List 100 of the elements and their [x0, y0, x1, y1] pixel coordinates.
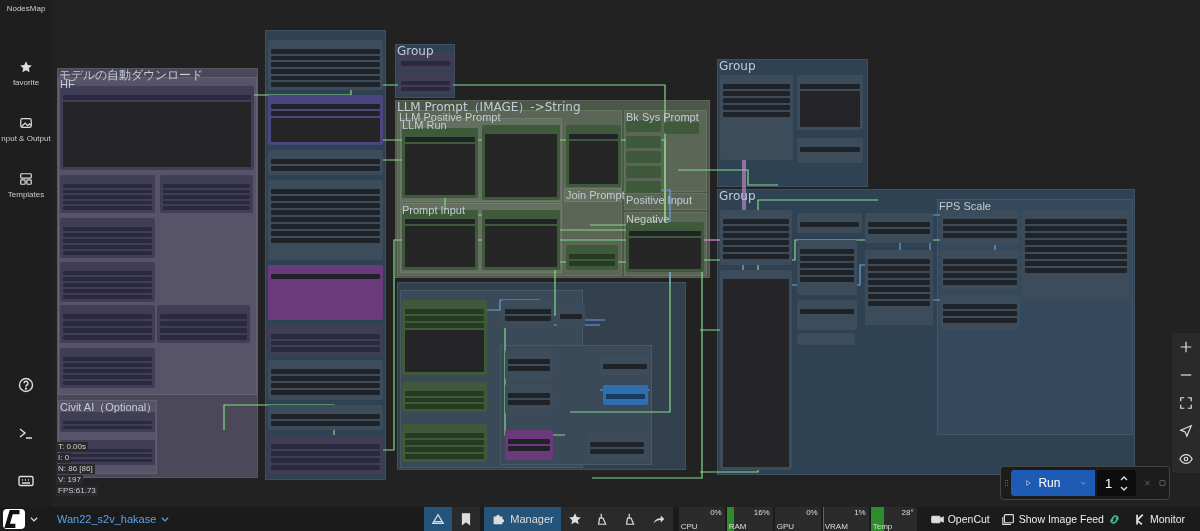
- share-button[interactable]: [644, 507, 673, 531]
- graph-node[interactable]: [720, 210, 792, 265]
- graph-node[interactable]: [566, 125, 621, 187]
- graph-node[interactable]: [566, 245, 618, 270]
- link-icon: [1107, 512, 1121, 526]
- meter-reading: 16%: [753, 508, 770, 517]
- graph-node[interactable]: [626, 166, 661, 178]
- graph-node[interactable]: [268, 435, 383, 475]
- group-title: Bk Sys Prompt: [626, 111, 699, 123]
- graph-node[interactable]: [664, 122, 699, 134]
- graph-node[interactable]: [797, 240, 857, 295]
- graph-node[interactable]: [268, 360, 383, 400]
- graph-node[interactable]: [268, 180, 383, 260]
- group-title: Prompt Input: [402, 204, 465, 216]
- star-button[interactable]: [560, 507, 589, 531]
- graph-node[interactable]: [60, 262, 155, 302]
- app-logo[interactable]: [3, 509, 25, 529]
- sidebar-item[interactable]: favorite: [0, 60, 52, 116]
- keyboard-icon: [18, 473, 34, 489]
- graph-node[interactable]: [402, 424, 487, 462]
- chevron-icon: [29, 514, 39, 524]
- graph-node[interactable]: [482, 125, 560, 200]
- graph-node[interactable]: [720, 270, 792, 470]
- graph-node[interactable]: [482, 210, 560, 270]
- sidebar-item[interactable]: nput & Output: [0, 116, 52, 172]
- meter-label: CPU: [680, 522, 698, 531]
- workflow-tab[interactable]: Wan22_s2v_hakase: [57, 513, 171, 525]
- help-icon: [18, 377, 34, 393]
- image-icon: [19, 116, 33, 130]
- meter-label: GPU: [776, 522, 795, 531]
- graph-node[interactable]: [402, 300, 487, 375]
- stats-text: V: 197: [56, 475, 83, 485]
- toolbar-button[interactable]: OpenCut: [926, 507, 994, 531]
- graph-node[interactable]: [398, 72, 453, 94]
- graph-node[interactable]: [60, 348, 155, 388]
- graph-node[interactable]: [502, 300, 554, 328]
- workflow-button[interactable]: [424, 507, 453, 531]
- graph-node[interactable]: [268, 150, 383, 175]
- meter-label: Temp: [872, 522, 893, 531]
- graph-node[interactable]: [60, 175, 155, 213]
- graph-node[interactable]: [940, 295, 1020, 330]
- graph-node[interactable]: [268, 265, 383, 320]
- graph-node[interactable]: [60, 86, 254, 170]
- meter-reading: 0%: [710, 508, 722, 517]
- graph-node[interactable]: [60, 218, 155, 258]
- navigation-icon: [1179, 424, 1193, 438]
- star-icon: [567, 512, 582, 526]
- graph-node[interactable]: [797, 138, 863, 163]
- group-title: Group: [397, 45, 434, 58]
- graph-node[interactable]: [626, 181, 661, 193]
- graph-node[interactable]: [402, 128, 478, 198]
- group-title: Join Prompt: [566, 189, 625, 201]
- graph-node[interactable]: [1022, 210, 1130, 300]
- graph-node[interactable]: [626, 151, 661, 163]
- graph-node[interactable]: [60, 412, 155, 432]
- fit-view-icon: [1179, 396, 1193, 410]
- zoom-in-icon: [1179, 340, 1193, 354]
- meter-label: VRAM: [824, 522, 848, 531]
- stats-text: I: 0: [56, 453, 72, 463]
- graph-node[interactable]: [60, 305, 155, 343]
- sidebar-item[interactable]: NodesMap: [0, 4, 52, 60]
- graph-node[interactable]: [268, 405, 383, 430]
- meter-reading: 0%: [806, 508, 818, 517]
- image-icon: [1001, 512, 1015, 526]
- stats-text: T: 0.00s: [56, 442, 88, 452]
- graph-node[interactable]: [720, 75, 793, 160]
- graph-node[interactable]: [626, 136, 661, 148]
- bookmark-button[interactable]: [452, 507, 481, 531]
- star-icon: [19, 60, 33, 74]
- graph-node[interactable]: [797, 75, 863, 130]
- graph-node[interactable]: [268, 325, 383, 355]
- chevron-icon: [160, 514, 171, 524]
- graph-node[interactable]: [603, 385, 648, 405]
- template-icon: [19, 172, 33, 186]
- graph-node[interactable]: [268, 40, 383, 90]
- toolbar-button[interactable]: Show Image Feed: [997, 507, 1125, 531]
- toolbar-button[interactable]: Monitor: [1128, 507, 1189, 531]
- stepper-icon: [1120, 474, 1129, 492]
- graph-node[interactable]: [940, 250, 1020, 290]
- graph-node[interactable]: [865, 213, 933, 243]
- graph-node[interactable]: [505, 430, 553, 460]
- graph-node[interactable]: [797, 300, 857, 330]
- graph-node[interactable]: [402, 382, 487, 412]
- group-title: FPS Scale: [939, 200, 991, 212]
- group-title: Group: [719, 60, 756, 73]
- run-button[interactable]: Run: [1010, 470, 1095, 496]
- graph-node[interactable]: [268, 95, 383, 145]
- sidebar-item[interactable]: Templates: [0, 172, 52, 228]
- meter-label: RAM: [728, 522, 747, 531]
- meter-reading: 28°: [901, 508, 914, 517]
- stats-text: FPS:61.73: [56, 486, 98, 496]
- meter-reading: 1%: [854, 508, 866, 517]
- manager-button[interactable]: Manager: [484, 507, 561, 531]
- eye-icon: [1179, 452, 1193, 466]
- graph-node[interactable]: [865, 250, 933, 325]
- graph-node[interactable]: [797, 213, 862, 233]
- graph-node[interactable]: [160, 175, 253, 213]
- graph-node[interactable]: [940, 210, 1020, 245]
- batch-count-field[interactable]: 1: [1096, 470, 1137, 496]
- graph-node[interactable]: [157, 305, 250, 343]
